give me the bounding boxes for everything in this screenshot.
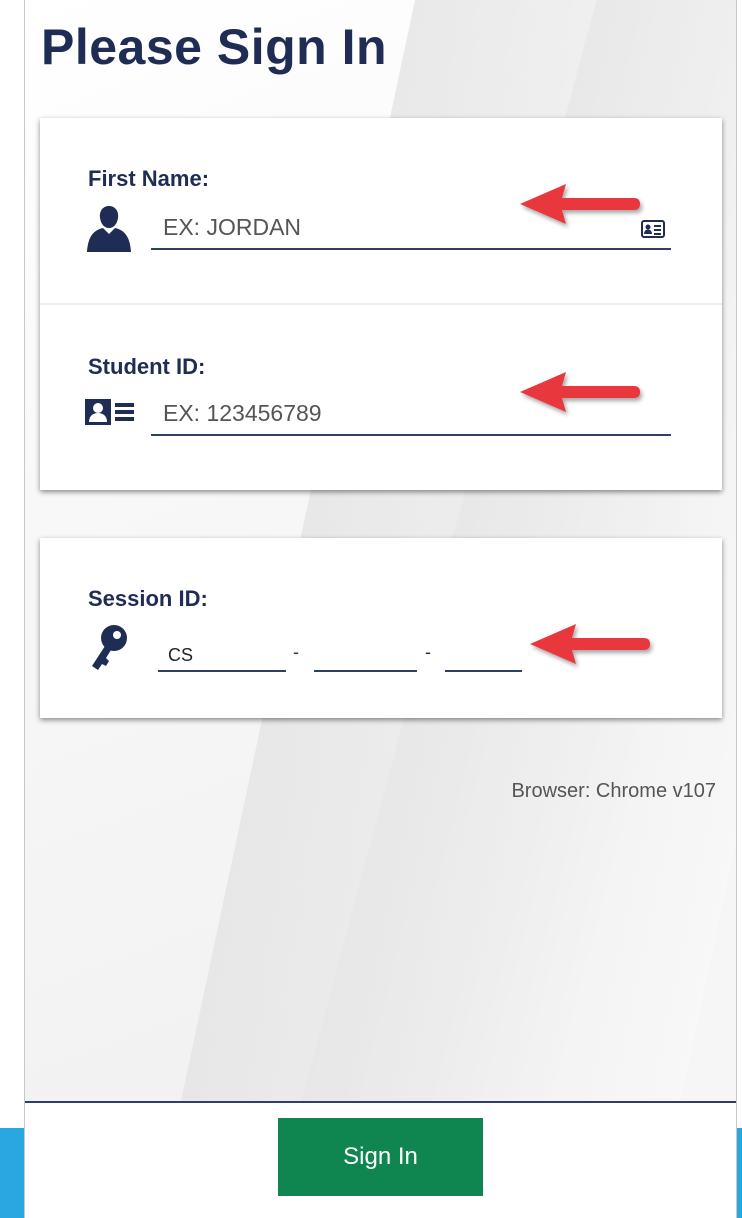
arrow-left-icon	[516, 180, 646, 237]
session-card: Session ID: - -	[40, 538, 722, 718]
student-info-card: First Name: Student ID:	[40, 118, 722, 490]
id-card-icon	[84, 398, 136, 431]
arrow-left-icon	[526, 620, 656, 677]
browser-info: Browser: Chrome v107	[511, 780, 716, 802]
background-edge-left	[0, 1128, 26, 1218]
session-id-part1-input[interactable]	[158, 640, 286, 672]
first-name-label: First Name:	[88, 166, 210, 191]
page-title: Please Sign In	[41, 19, 388, 75]
student-id-label: Student ID:	[88, 354, 206, 379]
footer: Sign In	[25, 1101, 736, 1218]
session-id-part3-input[interactable]	[445, 640, 522, 672]
session-id-part2-input[interactable]	[314, 640, 417, 672]
session-id-label: Session ID:	[88, 586, 208, 611]
session-id-separator: -	[293, 642, 299, 662]
sign-in-button[interactable]: Sign In	[278, 1118, 483, 1196]
sign-in-panel: Please Sign In First Name: Student ID:	[24, 0, 737, 1218]
session-id-separator: -	[425, 642, 431, 662]
person-icon	[86, 204, 132, 259]
key-icon	[88, 624, 130, 677]
arrow-left-icon	[516, 368, 646, 425]
card-divider	[40, 303, 722, 305]
